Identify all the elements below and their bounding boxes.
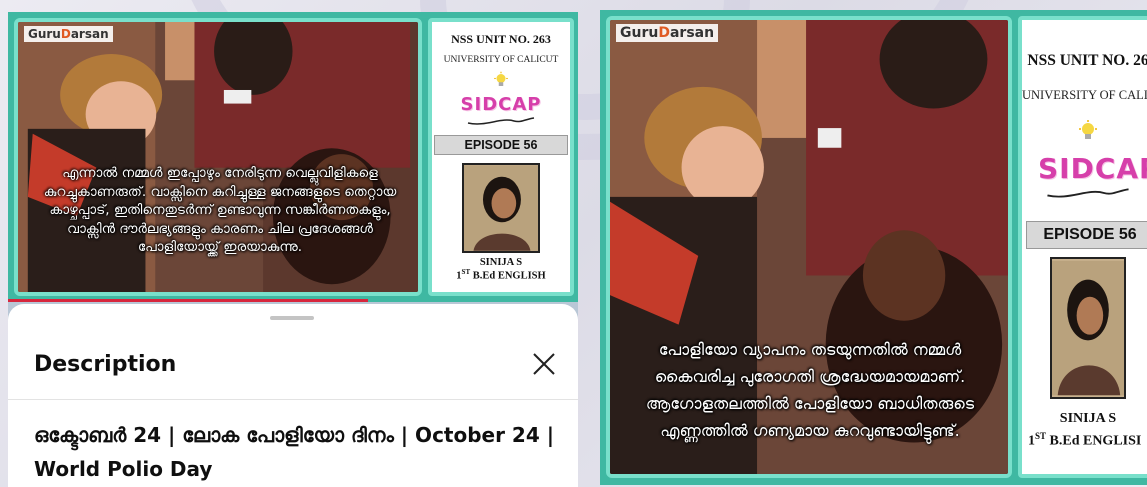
description-text: ഒക്ടോബർ 24 | ലോക പോളിയോ ദിനം | October 2… xyxy=(34,423,555,481)
presenter-name: SINIJA S xyxy=(1059,411,1117,426)
description-sheet: Description ഒക്ടോബർ 24 | ലോക പോളിയോ ദിനം… xyxy=(8,304,578,487)
close-icon[interactable] xyxy=(528,348,560,380)
nss-unit-label: NSS UNIT NO. 26 xyxy=(1027,52,1147,69)
presenter-course: 1ST B.Ed ENGLISI xyxy=(1028,431,1142,449)
description-title: Description xyxy=(34,352,177,377)
lightbulb-icon xyxy=(1079,120,1097,139)
swoosh-decoration xyxy=(467,117,535,125)
nss-unit-label: NSS UNIT NO. 263 xyxy=(451,32,551,46)
right-screenshot: GuruDarsan പോളിയോ വ്യാപനം തടയുന്നതിൽ നമ്… xyxy=(600,10,1147,485)
video-thumbnail[interactable]: GuruDarsan എന്നാൽ നമ്മൾ ഇപ്പോഴും നേരിടുന… xyxy=(8,12,578,302)
episode-card: NSS UNIT NO. 26 UNIVERSITY OF CALIC SIDC… xyxy=(1018,16,1147,478)
sidcap-brand: SIDCAP xyxy=(1038,152,1147,185)
university-label: UNIVERSITY OF CALIC xyxy=(1022,88,1147,102)
presenter-portrait xyxy=(462,163,540,253)
gurudarsan-logo: GuruDarsan xyxy=(616,24,719,42)
left-screenshot: GuruDarsan എന്നാൽ നമ്മൾ ഇപ്പോഴും നേരിടുന… xyxy=(8,12,578,487)
sidcap-brand: SIDCAP xyxy=(460,94,542,115)
gurudarsan-logo: GuruDarsan xyxy=(24,26,113,42)
malayalam-caption: പോളിയോ വ്യാപനം തടയുന്നതിൽ നമ്മൾ കൈവരിച്ച… xyxy=(645,340,975,440)
swoosh-decoration xyxy=(1047,188,1129,198)
episode-label: EPISODE 56 xyxy=(1026,221,1147,249)
presenter-course: 1ST B.Ed ENGLISH xyxy=(456,268,546,282)
malayalam-caption: എന്നാൽ നമ്മൾ ഇപ്പോഴും നേരിടുന്ന വെല്ലുവി… xyxy=(43,165,397,255)
divider xyxy=(8,399,578,400)
drag-handle[interactable] xyxy=(270,316,314,320)
presenter-name: SINIJA S xyxy=(479,257,523,268)
photo-frame: GuruDarsan പോളിയോ വ്യാപനം തടയുന്നതിൽ നമ്… xyxy=(606,16,1012,478)
university-label: UNIVERSITY OF CALICUT xyxy=(443,55,559,65)
photo-frame: GuruDarsan എന്നാൽ നമ്മൾ ഇപ്പോഴും നേരിടുന… xyxy=(14,18,422,296)
video-progress-bar[interactable] xyxy=(8,299,368,302)
lightbulb-icon xyxy=(494,71,508,86)
episode-label: EPISODE 56 xyxy=(434,135,568,155)
episode-card: NSS UNIT NO. 263 UNIVERSITY OF CALICUT S… xyxy=(428,18,574,296)
presenter-portrait xyxy=(1050,257,1126,399)
